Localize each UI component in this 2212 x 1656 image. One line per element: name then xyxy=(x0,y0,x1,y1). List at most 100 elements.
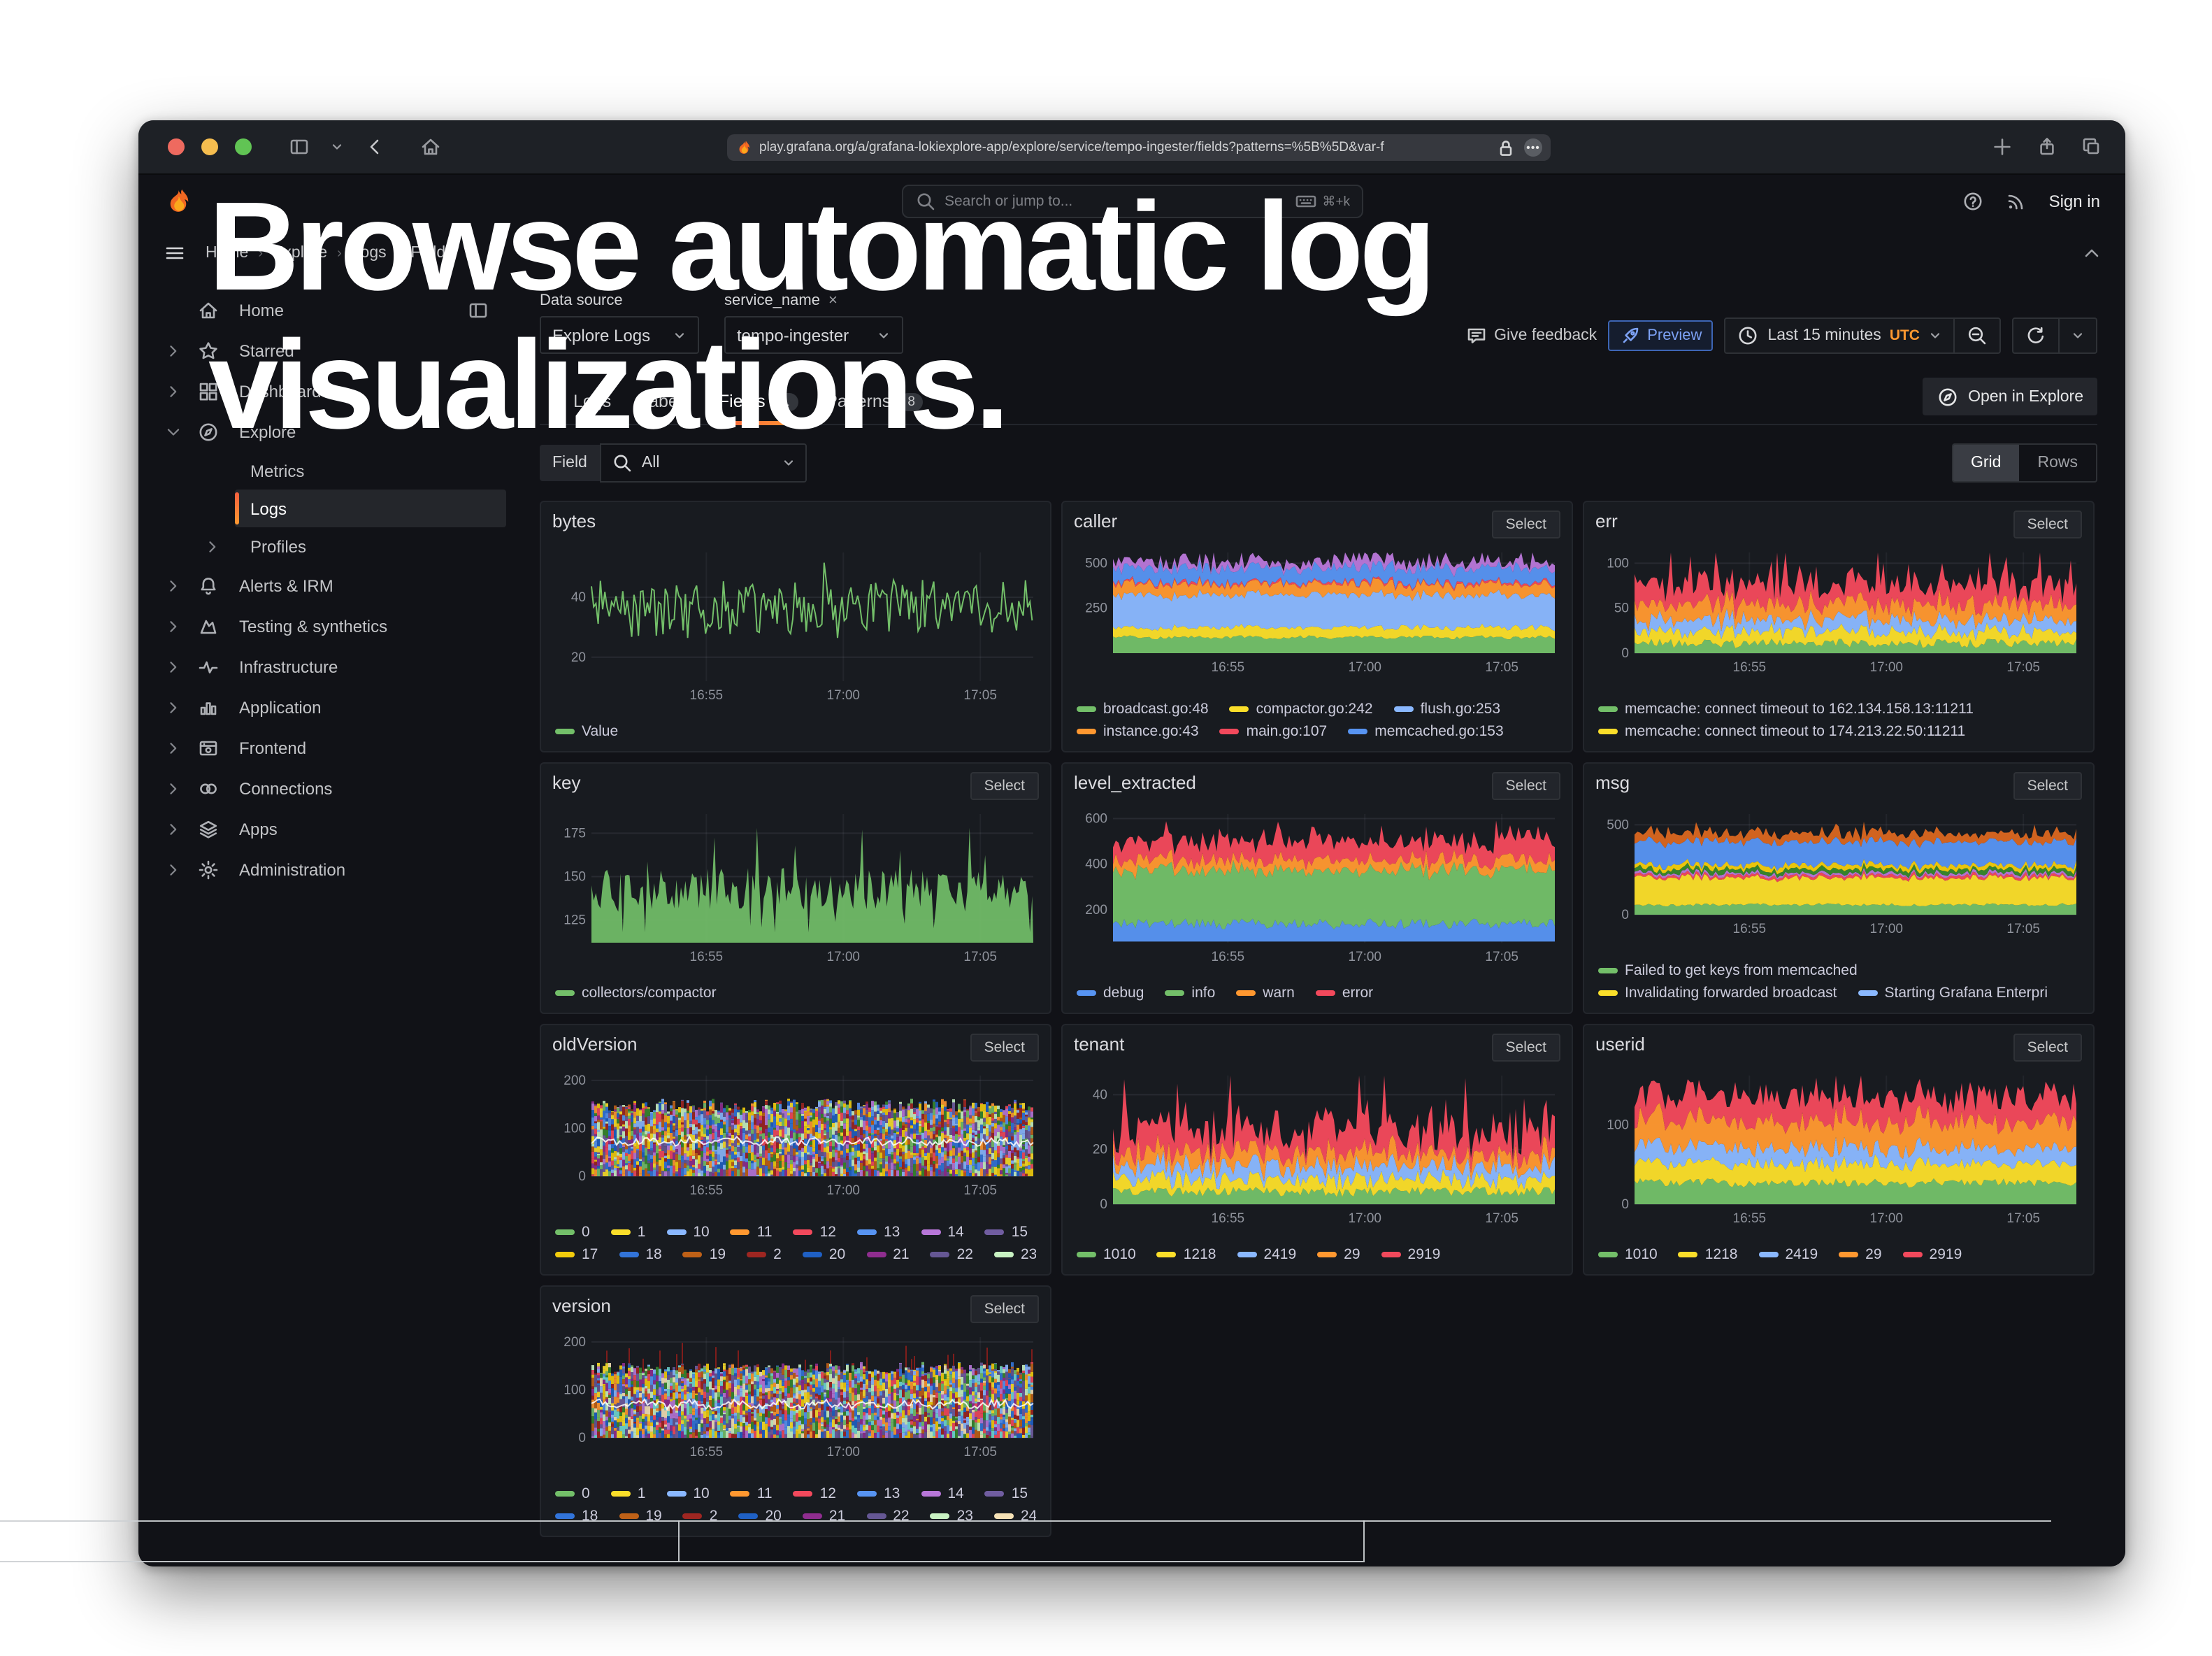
legend-item[interactable]: 2 xyxy=(683,1508,718,1525)
menu-icon[interactable] xyxy=(164,242,186,264)
legend-item[interactable]: 22 xyxy=(866,1508,909,1525)
grafana-logo-icon[interactable] xyxy=(164,187,193,216)
sidebar-item-application[interactable]: Application xyxy=(138,687,517,727)
chevron-right-icon[interactable] xyxy=(164,818,183,840)
legend-item[interactable]: 22 xyxy=(931,1246,973,1263)
tab-labels[interactable]: Labels xyxy=(625,392,705,424)
preview-badge[interactable]: Preview xyxy=(1608,320,1713,351)
sidebar-toggle-icon[interactable] xyxy=(288,136,310,158)
breadcrumb-item-home[interactable]: Home xyxy=(206,245,248,262)
window-zoom-button[interactable] xyxy=(235,138,252,155)
chevron-right-icon[interactable] xyxy=(164,655,183,678)
legend-item[interactable]: 21 xyxy=(803,1508,845,1525)
legend-item[interactable]: 0 xyxy=(555,1224,590,1241)
sidebar-item-testing-synthetics[interactable]: Testing & synthetics xyxy=(138,606,517,646)
legend-item[interactable]: 1218 xyxy=(1157,1246,1216,1263)
chevron-right-icon[interactable] xyxy=(164,777,183,799)
legend-item[interactable]: memcached.go:153 xyxy=(1348,723,1503,740)
legend-item[interactable]: 2919 xyxy=(1903,1246,1962,1263)
sidebar-item-home[interactable]: Home xyxy=(138,290,517,330)
legend-item[interactable]: 2419 xyxy=(1758,1246,1818,1263)
sidebar-item-dashboards[interactable]: Dashboards xyxy=(138,371,517,411)
legend-item[interactable]: 1218 xyxy=(1679,1246,1738,1263)
window-minimize-button[interactable] xyxy=(201,138,218,155)
sidebar-item-connections[interactable]: Connections xyxy=(138,768,517,808)
legend-item[interactable]: 15 xyxy=(985,1485,1028,1502)
legend-item[interactable]: warn xyxy=(1236,985,1295,1001)
legend-item[interactable]: Value xyxy=(555,723,618,740)
legend-item[interactable]: 23 xyxy=(994,1246,1036,1263)
legend-item[interactable]: 12 xyxy=(793,1485,836,1502)
sidebar-item-administration[interactable]: Administration xyxy=(138,849,517,890)
legend-item[interactable]: 24 xyxy=(994,1508,1036,1525)
legend-item[interactable]: 18 xyxy=(555,1508,598,1525)
legend-item[interactable]: memcache: connect timeout to 162.134.158… xyxy=(1598,701,1974,718)
legend-item[interactable]: 12 xyxy=(793,1224,836,1241)
legend-item[interactable]: 14 xyxy=(921,1485,963,1502)
legend-item[interactable]: 11 xyxy=(731,1485,773,1502)
remove-filter-icon[interactable]: × xyxy=(828,292,838,309)
tabs-overview-icon[interactable] xyxy=(2081,136,2103,158)
legend-item[interactable]: 10 xyxy=(666,1224,709,1241)
give-feedback-button[interactable]: Give feedback xyxy=(1465,324,1597,347)
chevron-right-icon[interactable] xyxy=(164,736,183,759)
chevron-right-icon[interactable] xyxy=(164,380,183,402)
select-button[interactable]: Select xyxy=(1492,1034,1560,1062)
legend-item[interactable]: 2419 xyxy=(1237,1246,1296,1263)
legend-item[interactable]: 15 xyxy=(985,1224,1028,1241)
service-name-select[interactable]: tempo-ingester xyxy=(724,316,903,354)
dock-icon[interactable] xyxy=(467,299,489,321)
legend-item[interactable]: 21 xyxy=(866,1246,909,1263)
open-in-explore-button[interactable]: Open in Explore xyxy=(1922,378,2097,415)
legend-item[interactable]: 19 xyxy=(683,1246,726,1263)
select-button[interactable]: Select xyxy=(970,772,1039,800)
zoom-out-button[interactable] xyxy=(1955,317,2001,354)
data-source-select[interactable]: Explore Logs xyxy=(540,316,699,354)
news-icon[interactable] xyxy=(2006,190,2028,213)
sidebar-item-frontend[interactable]: Frontend xyxy=(138,727,517,768)
legend-item[interactable]: 29 xyxy=(1317,1246,1360,1263)
select-button[interactable]: Select xyxy=(970,1295,1039,1323)
legend-item[interactable]: instance.go:43 xyxy=(1077,723,1199,740)
legend-item[interactable]: memcache: connect timeout to 174.213.22.… xyxy=(1598,723,1965,740)
sidebar-item-profiles[interactable]: Profiles xyxy=(203,527,517,565)
tab-logs[interactable]: Logs xyxy=(559,392,625,424)
sidebar-item-logs[interactable]: Logs xyxy=(235,490,506,527)
select-button[interactable]: Select xyxy=(1492,511,1560,538)
legend-item[interactable]: 1010 xyxy=(1077,1246,1136,1263)
tab-patterns[interactable]: Patterns8 xyxy=(812,392,938,424)
sidebar-item-metrics[interactable]: Metrics xyxy=(203,452,517,490)
legend-item[interactable]: 11 xyxy=(731,1224,773,1241)
legend-item[interactable]: 2 xyxy=(747,1246,782,1263)
legend-item[interactable]: 1 xyxy=(611,1485,646,1502)
legend-item[interactable]: Invalidating forwarded broadcast xyxy=(1598,985,1837,1001)
legend-item[interactable]: 0 xyxy=(555,1485,590,1502)
legend-item[interactable]: main.go:107 xyxy=(1220,723,1328,740)
url-bar[interactable]: play.grafana.org/a/grafana-lokiexplore-a… xyxy=(727,134,1551,161)
help-icon[interactable] xyxy=(1962,190,1985,213)
legend-item[interactable]: collectors/compactor xyxy=(555,985,717,1001)
chevron-down-icon[interactable] xyxy=(164,420,183,443)
legend-item[interactable]: 1010 xyxy=(1598,1246,1658,1263)
tab-overview-chevron-icon[interactable] xyxy=(330,140,344,154)
legend-item[interactable]: 13 xyxy=(857,1224,900,1241)
select-button[interactable]: Select xyxy=(2013,1034,2082,1062)
legend-item[interactable]: broadcast.go:48 xyxy=(1077,701,1209,718)
select-button[interactable]: Select xyxy=(2013,511,2082,538)
legend-item[interactable]: 23 xyxy=(931,1508,973,1525)
window-close-button[interactable] xyxy=(168,138,185,155)
breadcrumb-item-explore[interactable]: Explore xyxy=(273,245,327,262)
new-tab-icon[interactable] xyxy=(1991,136,2013,158)
view-toggle-rows[interactable]: Rows xyxy=(2019,445,2096,481)
chevron-right-icon[interactable] xyxy=(203,535,222,557)
sidebar-item-alerts-irm[interactable]: Alerts & IRM xyxy=(138,565,517,606)
legend-item[interactable]: 17 xyxy=(555,1246,598,1263)
legend-item[interactable]: Starting Grafana Enterpri xyxy=(1858,985,2048,1001)
legend-item[interactable]: compactor.go:242 xyxy=(1230,701,1373,718)
legend-item[interactable]: info xyxy=(1165,985,1215,1001)
select-button[interactable]: Select xyxy=(1492,772,1560,800)
legend-item[interactable]: Failed to get keys from memcached xyxy=(1598,962,1858,979)
sign-in-link[interactable]: Sign in xyxy=(2049,192,2100,211)
sidebar-item-infrastructure[interactable]: Infrastructure xyxy=(138,646,517,687)
view-toggle-grid[interactable]: Grid xyxy=(1953,445,2019,481)
